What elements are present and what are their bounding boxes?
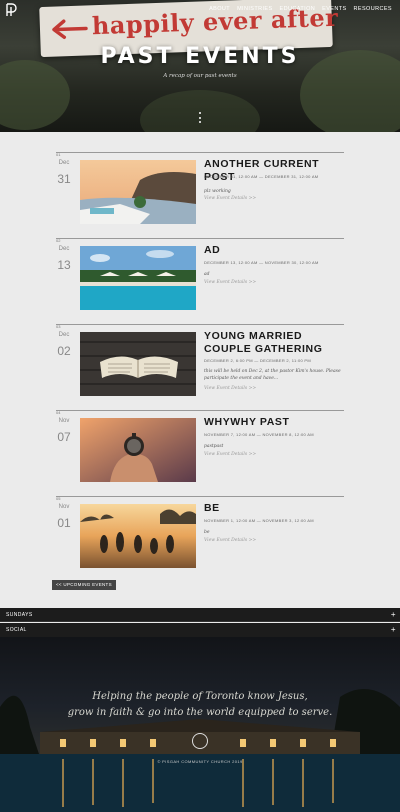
view-details-link[interactable]: View Event Details >> xyxy=(204,280,256,285)
event-month: Dec xyxy=(58,246,70,252)
event-date: DECEMBER 2, 6:00 PM — DECEMBER 2, 11:00 … xyxy=(204,358,311,363)
event-description: ad xyxy=(204,272,210,277)
event-date: NOVEMBER 1, 12:00 AM — NOVEMBER 3, 12:00… xyxy=(204,518,314,523)
event-description: this will be held on Dec 2, at the pasto… xyxy=(204,369,341,381)
accordion-label: SUNDAYS xyxy=(6,612,33,618)
more-dots-icon[interactable] xyxy=(198,112,202,126)
event-day: 07 xyxy=(57,430,71,444)
upcoming-events-button[interactable]: << UPCOMING EVENTS xyxy=(52,580,116,590)
event-day: 01 xyxy=(57,516,71,530)
footer-tagline: Helping the people of Toronto know Jesus… xyxy=(0,689,400,721)
event-number: 04 xyxy=(56,410,61,415)
divider xyxy=(56,410,344,411)
divider xyxy=(56,152,344,153)
event-date: DECEMBER 31, 12:00 AM — DECEMBER 31, 12:… xyxy=(204,174,319,179)
event-thumbnail[interactable] xyxy=(80,160,196,224)
hero-banner: happily ever after ABOUT MINISTRIES EDUC… xyxy=(0,0,400,132)
nav-about[interactable]: ABOUT xyxy=(209,6,230,12)
event-title[interactable]: WHYWHY PAST xyxy=(204,416,344,429)
event-number: 05 xyxy=(56,496,61,501)
event-month: Nov xyxy=(58,418,70,424)
page-subtitle: A recap of our past events xyxy=(163,73,237,79)
event-description: plz working xyxy=(204,189,231,194)
nav-education[interactable]: EDUCATION xyxy=(280,6,316,12)
copyright-text: © PISGAH COMMUNITY CHURCH 2019 xyxy=(157,759,243,764)
view-details-link[interactable]: View Event Details >> xyxy=(204,538,256,543)
event-title[interactable]: ANOTHER CURRENT POST xyxy=(204,158,344,184)
event-number: 01 xyxy=(56,152,61,157)
nav-resources[interactable]: RESOURCES xyxy=(354,6,392,12)
event-day: 02 xyxy=(57,344,71,358)
divider xyxy=(56,496,344,497)
event-item: 05 Nov 01 BE NOVEMBER 1, 12:00 AM — NOVE… xyxy=(56,496,344,582)
event-day: 13 xyxy=(57,258,71,272)
page-title: PAST EVENTS xyxy=(100,44,300,69)
event-day: 31 xyxy=(57,172,71,186)
event-item: 04 Nov 07 WHYWHY PAST NOVEMBER 7, 12:00 … xyxy=(56,410,344,496)
social-accordion[interactable]: SOCIAL + xyxy=(0,623,400,637)
event-title[interactable]: AD xyxy=(204,244,344,257)
event-month: Dec xyxy=(58,332,70,338)
event-thumbnail[interactable] xyxy=(80,246,196,310)
event-description: pastpast xyxy=(204,444,224,449)
event-item: 01 Dec 31 ANOTHER CURRENT POST DECEMBER … xyxy=(56,152,344,238)
sundays-accordion[interactable]: SUNDAYS + xyxy=(0,608,400,622)
tagline-line: Helping the people of Toronto know Jesus… xyxy=(92,691,308,702)
nav-events[interactable]: EVENTS xyxy=(322,6,346,12)
event-list: 01 Dec 31 ANOTHER CURRENT POST DECEMBER … xyxy=(56,152,344,582)
plus-icon: + xyxy=(390,610,396,619)
event-title[interactable]: BE xyxy=(204,502,344,515)
event-thumbnail[interactable] xyxy=(80,504,196,568)
event-thumbnail[interactable] xyxy=(80,332,196,396)
event-number: 02 xyxy=(56,238,61,243)
top-nav: ABOUT MINISTRIES EDUCATION EVENTS RESOUR… xyxy=(209,6,392,12)
event-month: Dec xyxy=(58,160,70,166)
foliage xyxy=(0,60,70,130)
plus-icon: + xyxy=(390,625,396,634)
event-item: 03 Dec 02 YOUNG MARRIED COUPLE GATHERING… xyxy=(56,324,344,410)
divider xyxy=(56,324,344,325)
tagline-line: grow in faith & go into the world equipp… xyxy=(67,707,333,718)
accordion-label: SOCIAL xyxy=(6,627,27,633)
event-date: DECEMBER 13, 12:00 AM — NOVEMBER 30, 12:… xyxy=(204,260,319,265)
view-details-link[interactable]: View Event Details >> xyxy=(204,386,256,391)
divider xyxy=(56,238,344,239)
event-item: 02 Dec 13 AD DECEMBER 13, 12:00 AM — NOV… xyxy=(56,238,344,324)
event-thumbnail[interactable] xyxy=(80,418,196,482)
event-date: NOVEMBER 7, 12:00 AM — NOVEMBER 8, 12:00… xyxy=(204,432,314,437)
view-details-link[interactable]: View Event Details >> xyxy=(204,196,256,201)
nav-ministries[interactable]: MINISTRIES xyxy=(237,6,272,12)
view-details-link[interactable]: View Event Details >> xyxy=(204,452,256,457)
event-number: 03 xyxy=(56,324,61,329)
arrow-left-icon xyxy=(52,19,88,40)
resort-night-illustration xyxy=(0,689,400,812)
footer-banner: Helping the people of Toronto know Jesus… xyxy=(0,637,400,812)
event-description: be xyxy=(204,530,210,535)
event-title[interactable]: YOUNG MARRIED COUPLE GATHERING xyxy=(204,330,344,356)
church-logo-icon[interactable] xyxy=(4,2,18,18)
footer-logo-icon[interactable] xyxy=(192,733,208,749)
event-month: Nov xyxy=(58,504,70,510)
